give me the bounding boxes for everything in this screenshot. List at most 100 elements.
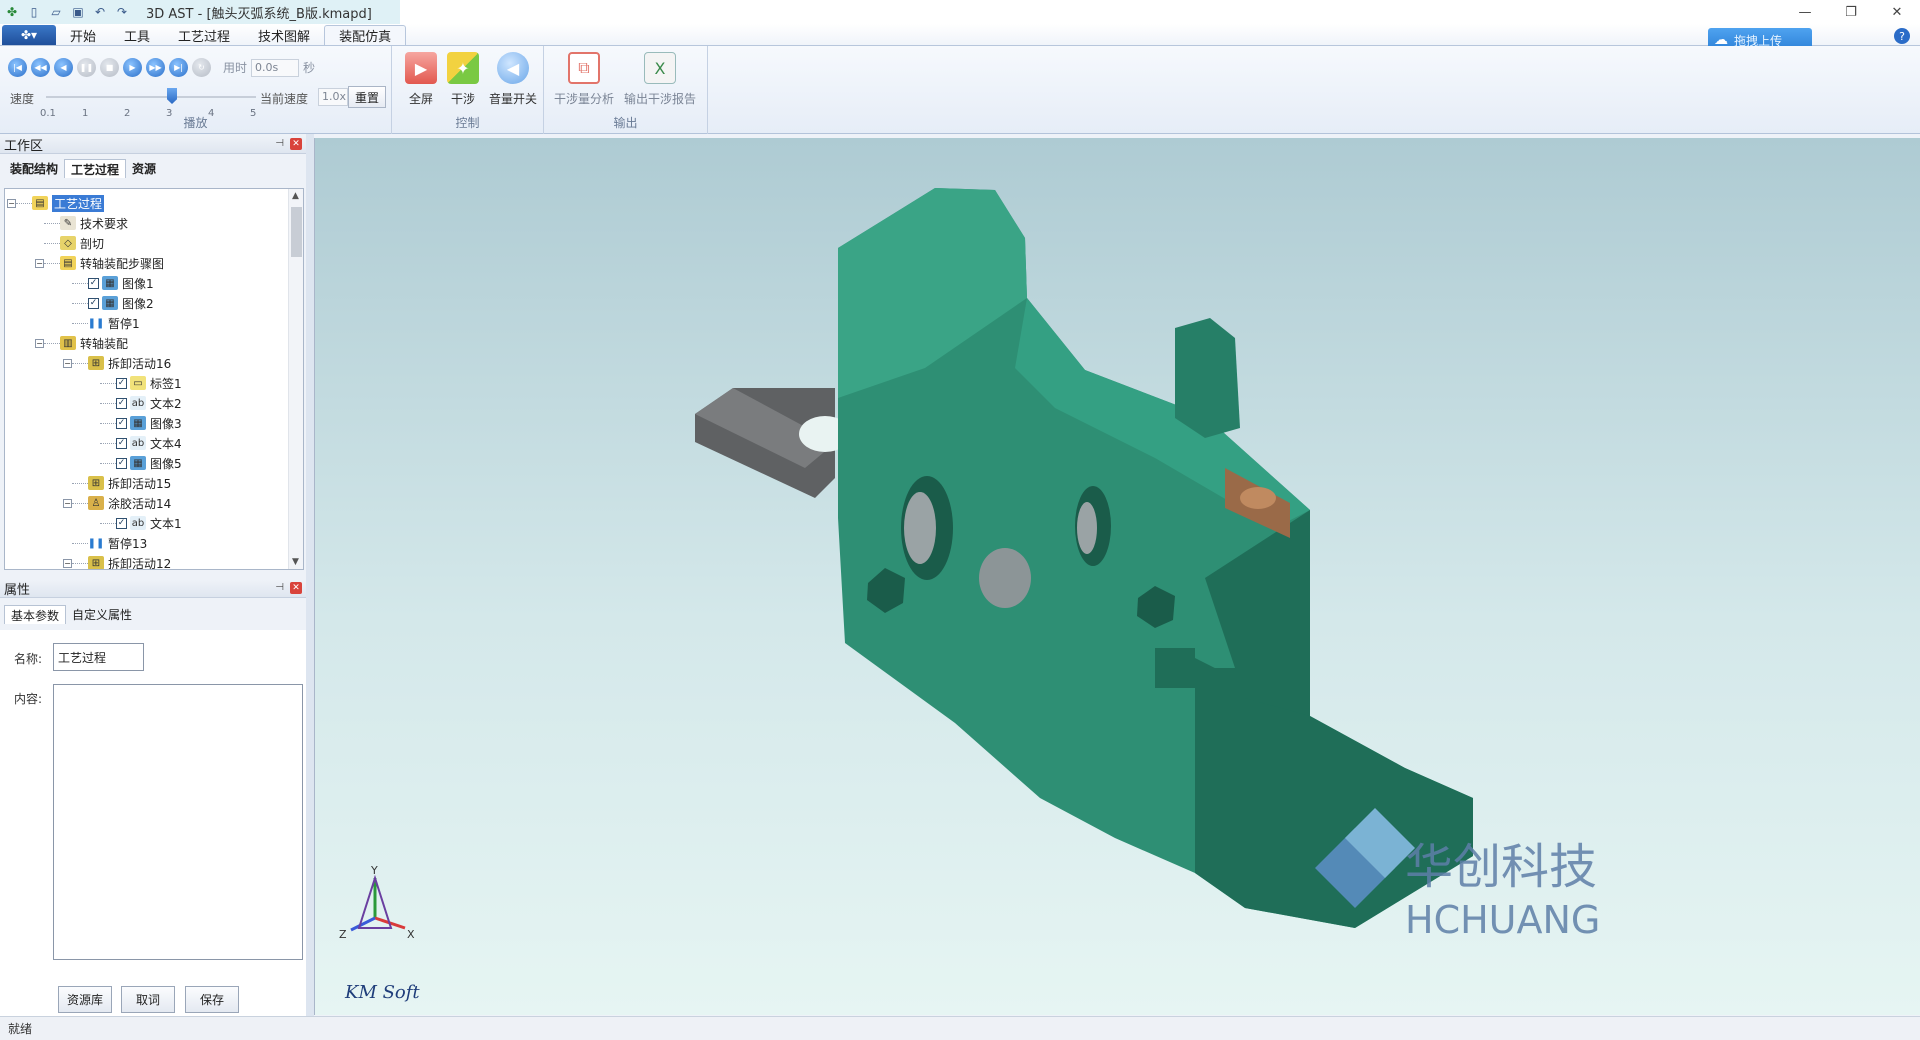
scroll-up-icon[interactable]: ▲ — [292, 191, 299, 201]
workspace-title: 工作区 — [4, 139, 44, 154]
speed-slider-track[interactable] — [46, 96, 256, 98]
name-field[interactable]: 工艺过程 — [53, 643, 144, 671]
tab-custom-properties[interactable]: 自定义属性 — [66, 605, 138, 624]
export-interference-report-button[interactable]: X 输出干涉报告 — [620, 52, 700, 112]
pause-button-icon[interactable]: ❚❚ — [77, 58, 96, 77]
visibility-checkbox[interactable]: ✓ — [116, 417, 127, 429]
content-textarea[interactable] — [53, 684, 303, 960]
tab-start[interactable]: 开始 — [56, 25, 110, 45]
next-step-icon[interactable]: ▶▶ — [146, 58, 165, 77]
tree-node[interactable]: ✓ ▭ 标签1 — [5, 373, 182, 393]
tree-node[interactable]: ❚❚ 暂停13 — [5, 533, 147, 553]
visibility-checkbox[interactable]: ✓ — [116, 457, 127, 469]
previous-step-icon[interactable]: ◀◀ — [31, 58, 50, 77]
panel-splitter[interactable] — [306, 134, 314, 1016]
playback-group: |◀ ◀◀ ◀ ❚❚ ■ ▶ ▶▶ ▶| ↻ 用时 0.0s 秒 速度 0.1 … — [0, 46, 392, 134]
tree-node[interactable]: − ⊞ 拆卸活动16 — [5, 353, 171, 373]
tab-basic-params[interactable]: 基本参数 — [4, 605, 67, 624]
tree-node[interactable]: ⊞ 拆卸活动15 — [5, 473, 171, 493]
tree-node[interactable]: ◇ 剖切 — [5, 233, 104, 253]
tab-assembly-structure[interactable]: 装配结构 — [4, 159, 64, 178]
tree-expander-icon[interactable]: − — [63, 558, 72, 568]
stop-icon[interactable]: ■ — [100, 58, 119, 77]
play-icon[interactable]: ▶ — [123, 58, 142, 77]
pin-icon[interactable]: ⊣ — [275, 138, 284, 150]
tree-expander-icon[interactable]: − — [63, 358, 72, 368]
excel-report-icon: X — [644, 52, 676, 84]
fullscreen-label: 全屏 — [408, 92, 433, 106]
tree-node[interactable]: ✓ ▦ 图像1 — [5, 273, 154, 293]
undo-icon[interactable]: ↶ — [92, 4, 108, 20]
export-interference-report-label: 输出干涉报告 — [623, 92, 696, 106]
minimize-button[interactable]: — — [1782, 0, 1828, 24]
3d-model-scene[interactable]: Y X Z KM Soft 华创科技 HCHUANG — [315, 138, 1920, 1015]
tree-node-label: 拆卸活动15 — [108, 476, 172, 491]
tree-node[interactable]: ✓ ab 文本4 — [5, 433, 182, 453]
scroll-thumb[interactable] — [291, 207, 302, 257]
skip-to-end-icon[interactable]: ▶| — [169, 58, 188, 77]
save-icon[interactable]: ▣ — [70, 4, 86, 20]
redo-icon[interactable]: ↷ — [114, 4, 130, 20]
tree-node[interactable]: − ▥ 转轴装配 — [5, 333, 128, 353]
visibility-checkbox[interactable]: ✓ — [116, 437, 127, 449]
speed-slider-thumb[interactable] — [167, 88, 177, 104]
tab-resources[interactable]: 资源 — [126, 159, 162, 178]
visibility-checkbox[interactable]: ✓ — [116, 397, 127, 409]
visibility-checkbox[interactable]: ✓ — [88, 297, 99, 309]
reset-button[interactable]: 重置 — [348, 86, 386, 108]
status-bar: 就绪 — [0, 1016, 1920, 1040]
tree-node[interactable]: ❚❚ 暂停1 — [5, 313, 140, 333]
interference-icon: ✦ — [447, 52, 479, 84]
pick-word-button[interactable]: 取词 — [121, 986, 175, 1013]
skip-to-start-icon[interactable]: |◀ — [8, 58, 27, 77]
axis-z-label: Z — [339, 928, 347, 941]
close-panel-icon[interactable]: ✕ — [290, 138, 302, 150]
mounting-plate[interactable] — [695, 388, 851, 498]
volume-toggle-button[interactable]: ◀ 音量开关 — [488, 52, 538, 112]
tree-scrollbar[interactable]: ▲ ▼ — [288, 189, 303, 569]
tree-node[interactable]: ✓ ab 文本2 — [5, 393, 182, 413]
visibility-checkbox[interactable]: ✓ — [88, 277, 99, 289]
tree-node[interactable]: ✎ 技术要求 — [5, 213, 128, 233]
tab-tools[interactable]: 工具 — [110, 25, 164, 45]
tree-expander-icon[interactable]: − — [7, 198, 16, 208]
tree-node-label: 转轴装配 — [80, 336, 129, 351]
tree-node[interactable]: − ▤ 工艺过程 — [5, 193, 105, 213]
tree-expander-icon[interactable]: − — [35, 258, 44, 268]
resource-library-button[interactable]: 资源库 — [58, 986, 112, 1013]
tree-node[interactable]: ✓ ab 文本1 — [5, 513, 182, 533]
interference-analysis-icon: ⧉ — [568, 52, 600, 84]
save-button[interactable]: 保存 — [185, 986, 239, 1013]
properties-tabs: 基本参数 自定义属性 — [4, 604, 304, 624]
tab-tech-illustration[interactable]: 技术图解 — [244, 25, 324, 45]
interference-analysis-button[interactable]: ⧉ 干涉量分析 — [550, 52, 618, 112]
tree-node[interactable]: − ⊞ 拆卸活动12 — [5, 553, 171, 569]
help-icon[interactable]: ? — [1894, 28, 1910, 44]
restore-button[interactable]: ❐ — [1828, 0, 1874, 24]
application-menu-button[interactable]: ✤▾ — [2, 25, 56, 45]
tree-node[interactable]: ✓ ▦ 图像3 — [5, 413, 182, 433]
visibility-checkbox[interactable]: ✓ — [116, 517, 127, 529]
tree-node[interactable]: − ♙ 涂胶活动14 — [5, 493, 171, 513]
close-button[interactable]: ✕ — [1874, 0, 1920, 24]
open-folder-icon[interactable]: ▱ — [48, 4, 64, 20]
3d-viewport[interactable]: Y X Z KM Soft 华创科技 HCHUANG — [314, 138, 1920, 1015]
interference-button[interactable]: ✦ 干涉 — [438, 52, 488, 112]
tree-node-label: 图像3 — [150, 416, 182, 431]
pin-icon[interactable]: ⊣ — [275, 582, 284, 594]
tab-workflow[interactable]: 工艺过程 — [64, 159, 127, 178]
close-panel-icon[interactable]: ✕ — [290, 582, 302, 594]
tab-assembly-simulation[interactable]: 装配仿真 — [324, 25, 407, 45]
tree-node[interactable]: − ▤ 转轴装配步骤图 — [5, 253, 164, 273]
loop-icon[interactable]: ↻ — [192, 58, 211, 77]
new-file-icon[interactable]: ▯ — [26, 4, 42, 20]
tab-process[interactable]: 工艺过程 — [164, 25, 244, 45]
tree-expander-icon[interactable]: − — [35, 338, 44, 348]
tree-node[interactable]: ✓ ▦ 图像5 — [5, 453, 182, 473]
scroll-down-icon[interactable]: ▼ — [292, 557, 299, 567]
tree-expander-icon[interactable]: − — [63, 498, 72, 508]
tree-node[interactable]: ✓ ▦ 图像2 — [5, 293, 154, 313]
step-back-icon[interactable]: ◀ — [54, 58, 73, 77]
visibility-checkbox[interactable]: ✓ — [116, 377, 127, 389]
disassemble-icon: ⊞ — [88, 556, 104, 569]
